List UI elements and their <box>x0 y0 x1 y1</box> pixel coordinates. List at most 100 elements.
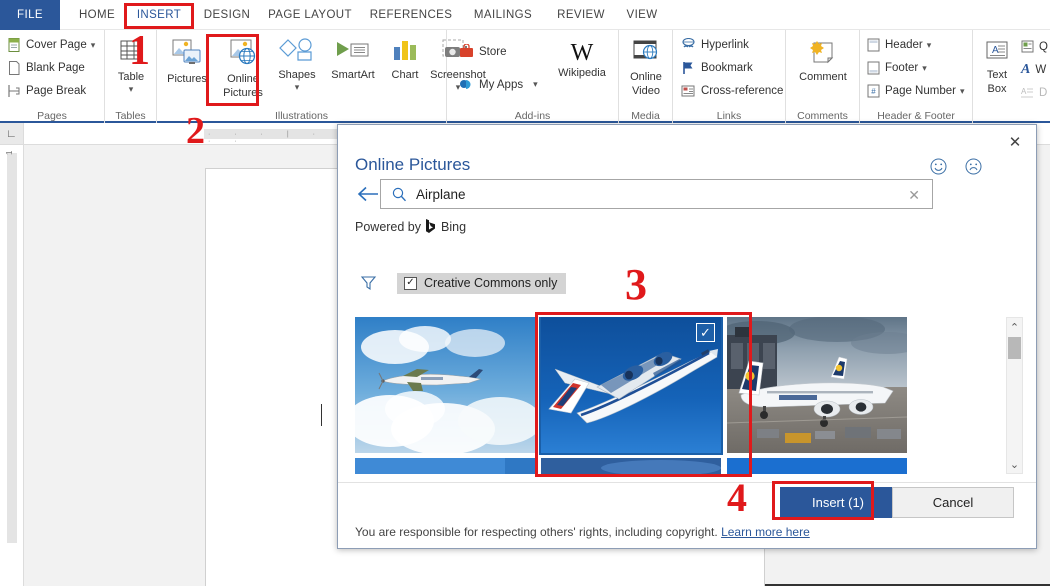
header-button[interactable]: Header ▾ <box>867 38 931 52</box>
chevron-down-icon[interactable]: ▾ <box>927 41 932 50</box>
online-pictures-label-line1: Online <box>227 73 259 86</box>
tab-page-layout[interactable]: PAGE LAYOUT <box>262 0 358 30</box>
quick-parts-button[interactable]: Q <box>1021 40 1048 53</box>
chevron-down-icon[interactable]: ▾ <box>295 83 300 91</box>
vertical-ruler[interactable]: 1 <box>0 145 24 586</box>
bookmark-icon <box>681 61 696 75</box>
drop-cap-label: D <box>1039 87 1047 99</box>
cancel-button[interactable]: Cancel <box>892 487 1014 518</box>
creative-commons-filter-chip[interactable]: ✓ Creative Commons only <box>397 273 566 294</box>
online-video-label-line1: Online <box>630 71 662 84</box>
wikipedia-button[interactable]: W Wikipedia <box>551 40 613 80</box>
filter-row: ✓ Creative Commons only <box>360 273 566 294</box>
tab-view[interactable]: VIEW <box>618 0 666 30</box>
pictures-button[interactable]: Pictures <box>161 38 213 86</box>
hyperlink-button[interactable]: Hyperlink <box>681 38 749 52</box>
vertical-ruler-track <box>7 153 17 543</box>
blank-page-button[interactable]: Blank Page <box>8 61 85 75</box>
cross-reference-button[interactable]: Cross-reference <box>681 84 783 98</box>
annotation-2: 2 <box>186 112 205 150</box>
page-break-button[interactable]: Page Break <box>8 84 86 98</box>
search-input-value[interactable]: Airplane <box>416 187 466 202</box>
online-pictures-button[interactable]: Online Pictures <box>216 38 270 100</box>
drop-cap-icon: A <box>1021 86 1034 99</box>
frowny-face-icon[interactable] <box>965 158 982 175</box>
tab-mailings[interactable]: MAILINGS <box>462 0 544 30</box>
ribbon-group-pages: Cover Page ▾ Blank Page <box>0 30 105 123</box>
tab-file[interactable]: FILE <box>0 0 60 30</box>
page-number-label: Page Number <box>885 85 956 97</box>
chart-button[interactable]: Chart <box>383 38 427 82</box>
pictures-icon <box>170 38 204 72</box>
quick-parts-icon <box>1021 40 1034 53</box>
wordart-button[interactable]: A W <box>1021 63 1046 76</box>
image-results-grid[interactable]: ✓ <box>351 317 1006 474</box>
document-canvas-background <box>24 145 205 586</box>
scroll-up-arrow-icon[interactable]: ⌃ <box>1007 319 1022 335</box>
filter-funnel-icon[interactable] <box>360 275 377 292</box>
smartart-button[interactable]: SmartArt <box>325 38 381 82</box>
chevron-down-icon[interactable]: ▾ <box>533 80 538 89</box>
tab-review[interactable]: REVIEW <box>547 0 615 30</box>
cover-page-button[interactable]: Cover Page ▾ <box>8 38 95 52</box>
search-input[interactable]: Airplane ✕ <box>380 179 933 209</box>
insert-button[interactable]: Insert (1) <box>780 487 896 518</box>
wikipedia-label: Wikipedia <box>558 67 606 80</box>
chevron-down-icon[interactable]: ▾ <box>129 85 134 93</box>
result-thumbnail-2[interactable]: ✓ <box>541 317 721 453</box>
cross-reference-icon <box>681 84 696 98</box>
annotation-1: 1 <box>129 30 150 72</box>
clear-search-icon[interactable]: ✕ <box>908 187 920 204</box>
tab-references[interactable]: REFERENCES <box>363 0 459 30</box>
tab-insert[interactable]: INSERT <box>128 0 190 30</box>
store-icon <box>459 44 474 59</box>
result-thumbnail-3[interactable] <box>727 317 907 453</box>
learn-more-link[interactable]: Learn more here <box>721 525 810 539</box>
ribbon-group-addins-label: Add-ins <box>447 110 618 122</box>
scrollbar-thumb[interactable] <box>1008 337 1021 359</box>
result-thumbnail-6-partial[interactable] <box>727 458 907 474</box>
smiley-face-icon[interactable] <box>930 158 947 175</box>
footer-label: Footer <box>885 62 918 74</box>
shapes-icon <box>277 38 317 68</box>
tab-design[interactable]: DESIGN <box>196 0 258 30</box>
powered-by-label: Powered by <box>355 220 421 234</box>
result-thumbnail-5-partial[interactable] <box>541 458 721 474</box>
chevron-down-icon[interactable]: ▾ <box>91 41 96 50</box>
results-scrollbar[interactable]: ⌃ ⌄ <box>1006 317 1023 474</box>
online-video-button[interactable]: Online Video <box>623 38 669 98</box>
vertical-ruler-label: 1 <box>5 151 14 155</box>
creative-commons-checkbox[interactable]: ✓ <box>404 277 417 290</box>
footer-button[interactable]: Footer ▾ <box>867 61 927 75</box>
tab-stop-icon[interactable]: ∟ <box>0 123 24 145</box>
ribbon-group-header-footer-label: Header & Footer <box>860 110 972 122</box>
ribbon: Cover Page ▾ Blank Page <box>0 30 1050 123</box>
close-icon[interactable]: ✕ <box>1002 130 1028 154</box>
thumbnail-selected-checkbox[interactable]: ✓ <box>696 323 715 342</box>
page-number-icon: # <box>867 84 880 98</box>
comment-button[interactable]: Comment <box>791 40 855 84</box>
store-button[interactable]: Store <box>459 44 507 59</box>
ribbon-group-tables-label: Tables <box>105 110 156 122</box>
bookmark-button[interactable]: Bookmark <box>681 61 753 75</box>
back-arrow-icon[interactable] <box>355 181 381 207</box>
svg-text:A: A <box>1021 87 1027 96</box>
scroll-down-arrow-icon[interactable]: ⌄ <box>1007 456 1022 472</box>
result-thumbnail-1[interactable] <box>355 317 535 453</box>
drop-cap-button: A D <box>1021 86 1047 99</box>
dialog-title: Online Pictures <box>355 155 470 175</box>
ribbon-group-links-label: Links <box>673 110 785 122</box>
shapes-button[interactable]: Shapes ▾ <box>273 38 321 91</box>
page-number-button[interactable]: # Page Number ▾ <box>867 84 965 98</box>
result-thumbnail-4-partial[interactable] <box>355 458 535 474</box>
chevron-down-icon[interactable]: ▾ <box>922 64 927 73</box>
cover-page-icon <box>8 38 21 52</box>
my-apps-icon <box>459 77 474 92</box>
footer-divider <box>338 482 1036 483</box>
tab-home[interactable]: HOME <box>68 0 126 30</box>
chart-label: Chart <box>392 69 419 82</box>
text-box-button[interactable]: A Text Box <box>977 40 1017 96</box>
search-icon <box>392 187 407 202</box>
my-apps-button[interactable]: My Apps ▾ <box>459 77 538 92</box>
chevron-down-icon[interactable]: ▾ <box>960 87 965 96</box>
